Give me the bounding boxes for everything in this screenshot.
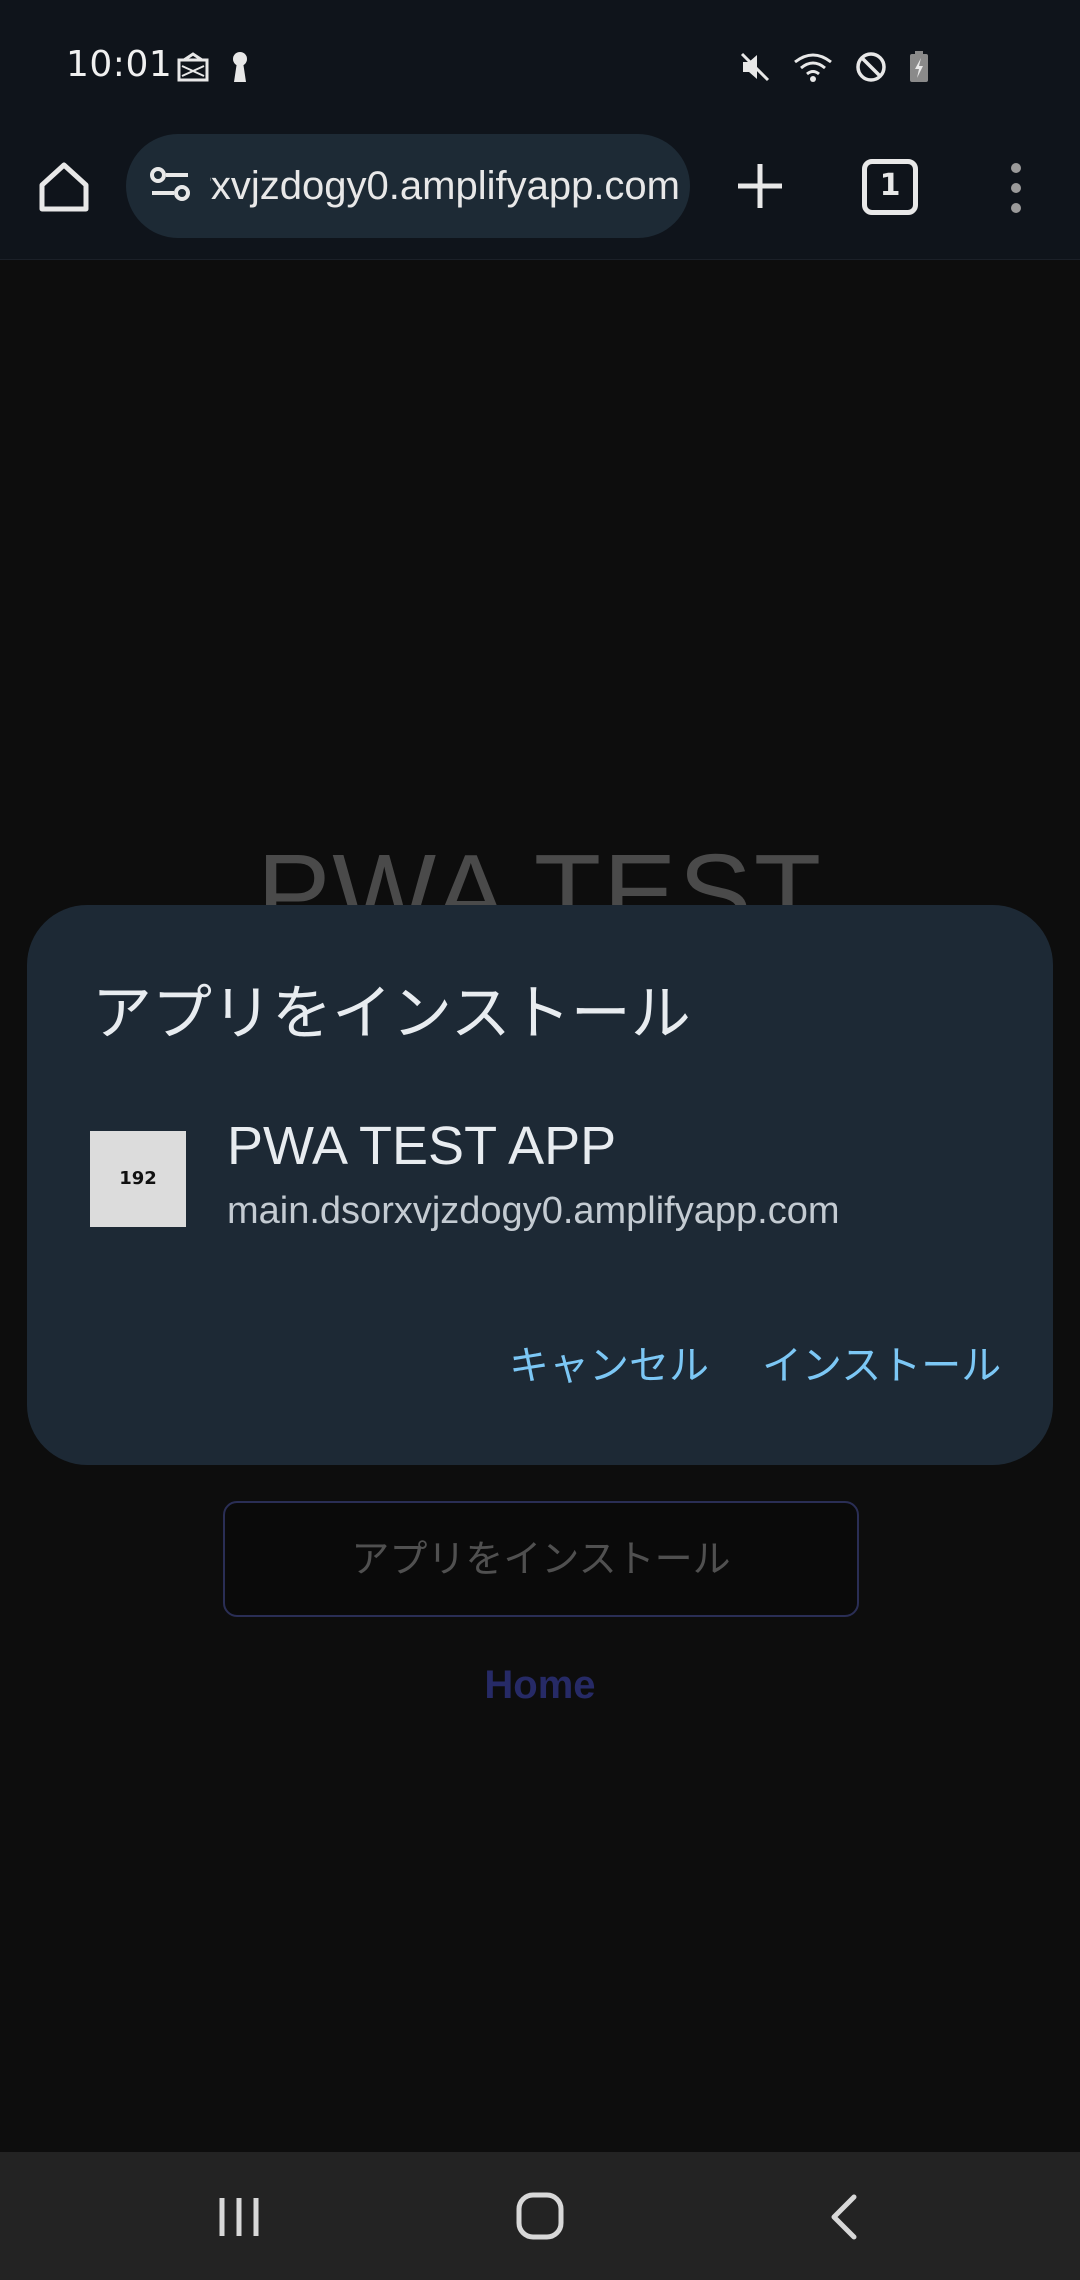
install-button[interactable]: インストール <box>762 1333 1001 1391</box>
back-icon[interactable] <box>824 2192 864 2242</box>
app-url: main.dsorxvjzdogy0.amplifyapp.com <box>227 1190 840 1232</box>
home-icon[interactable] <box>34 157 94 217</box>
address-bar[interactable]: main.dsorxvjzdogy0.amplifyapp.com <box>126 134 690 238</box>
do-not-disturb-icon <box>856 52 886 82</box>
site-settings-icon[interactable] <box>146 160 196 210</box>
navigation-bar <box>0 2152 1080 2280</box>
app-name: PWA TEST APP <box>227 1116 617 1176</box>
cast-icon <box>177 52 209 82</box>
install-dialog: アプリをインストール 192 PWA TEST APP main.dsorxvj… <box>27 905 1053 1465</box>
home-link[interactable]: Home <box>0 1663 1080 1708</box>
browser-toolbar: main.dsorxvjzdogy0.amplifyapp.com 1 <box>0 130 1080 260</box>
dialog-title: アプリをインストール <box>92 979 691 1049</box>
more-menu-icon[interactable] <box>1004 160 1028 216</box>
new-tab-icon[interactable] <box>730 156 790 216</box>
battery-charging-icon <box>910 51 928 82</box>
status-bar: 10:01 <box>0 0 1080 130</box>
status-right-icons <box>738 50 930 84</box>
mute-icon <box>740 52 770 82</box>
wifi-icon <box>794 53 832 82</box>
app-icon: 192 <box>90 1131 186 1227</box>
url-text: main.dsorxvjzdogy0.amplifyapp.com <box>210 164 680 208</box>
nav-home-icon[interactable] <box>514 2190 566 2242</box>
cancel-button[interactable]: キャンセル <box>509 1333 709 1391</box>
recent-apps-icon[interactable] <box>214 2192 264 2242</box>
status-time: 10:01 <box>66 44 173 85</box>
keyhole-icon <box>233 52 247 82</box>
tab-switcher-button[interactable]: 1 <box>862 159 918 215</box>
page-install-button[interactable]: アプリをインストール <box>223 1501 859 1617</box>
status-left-icons <box>176 50 252 84</box>
